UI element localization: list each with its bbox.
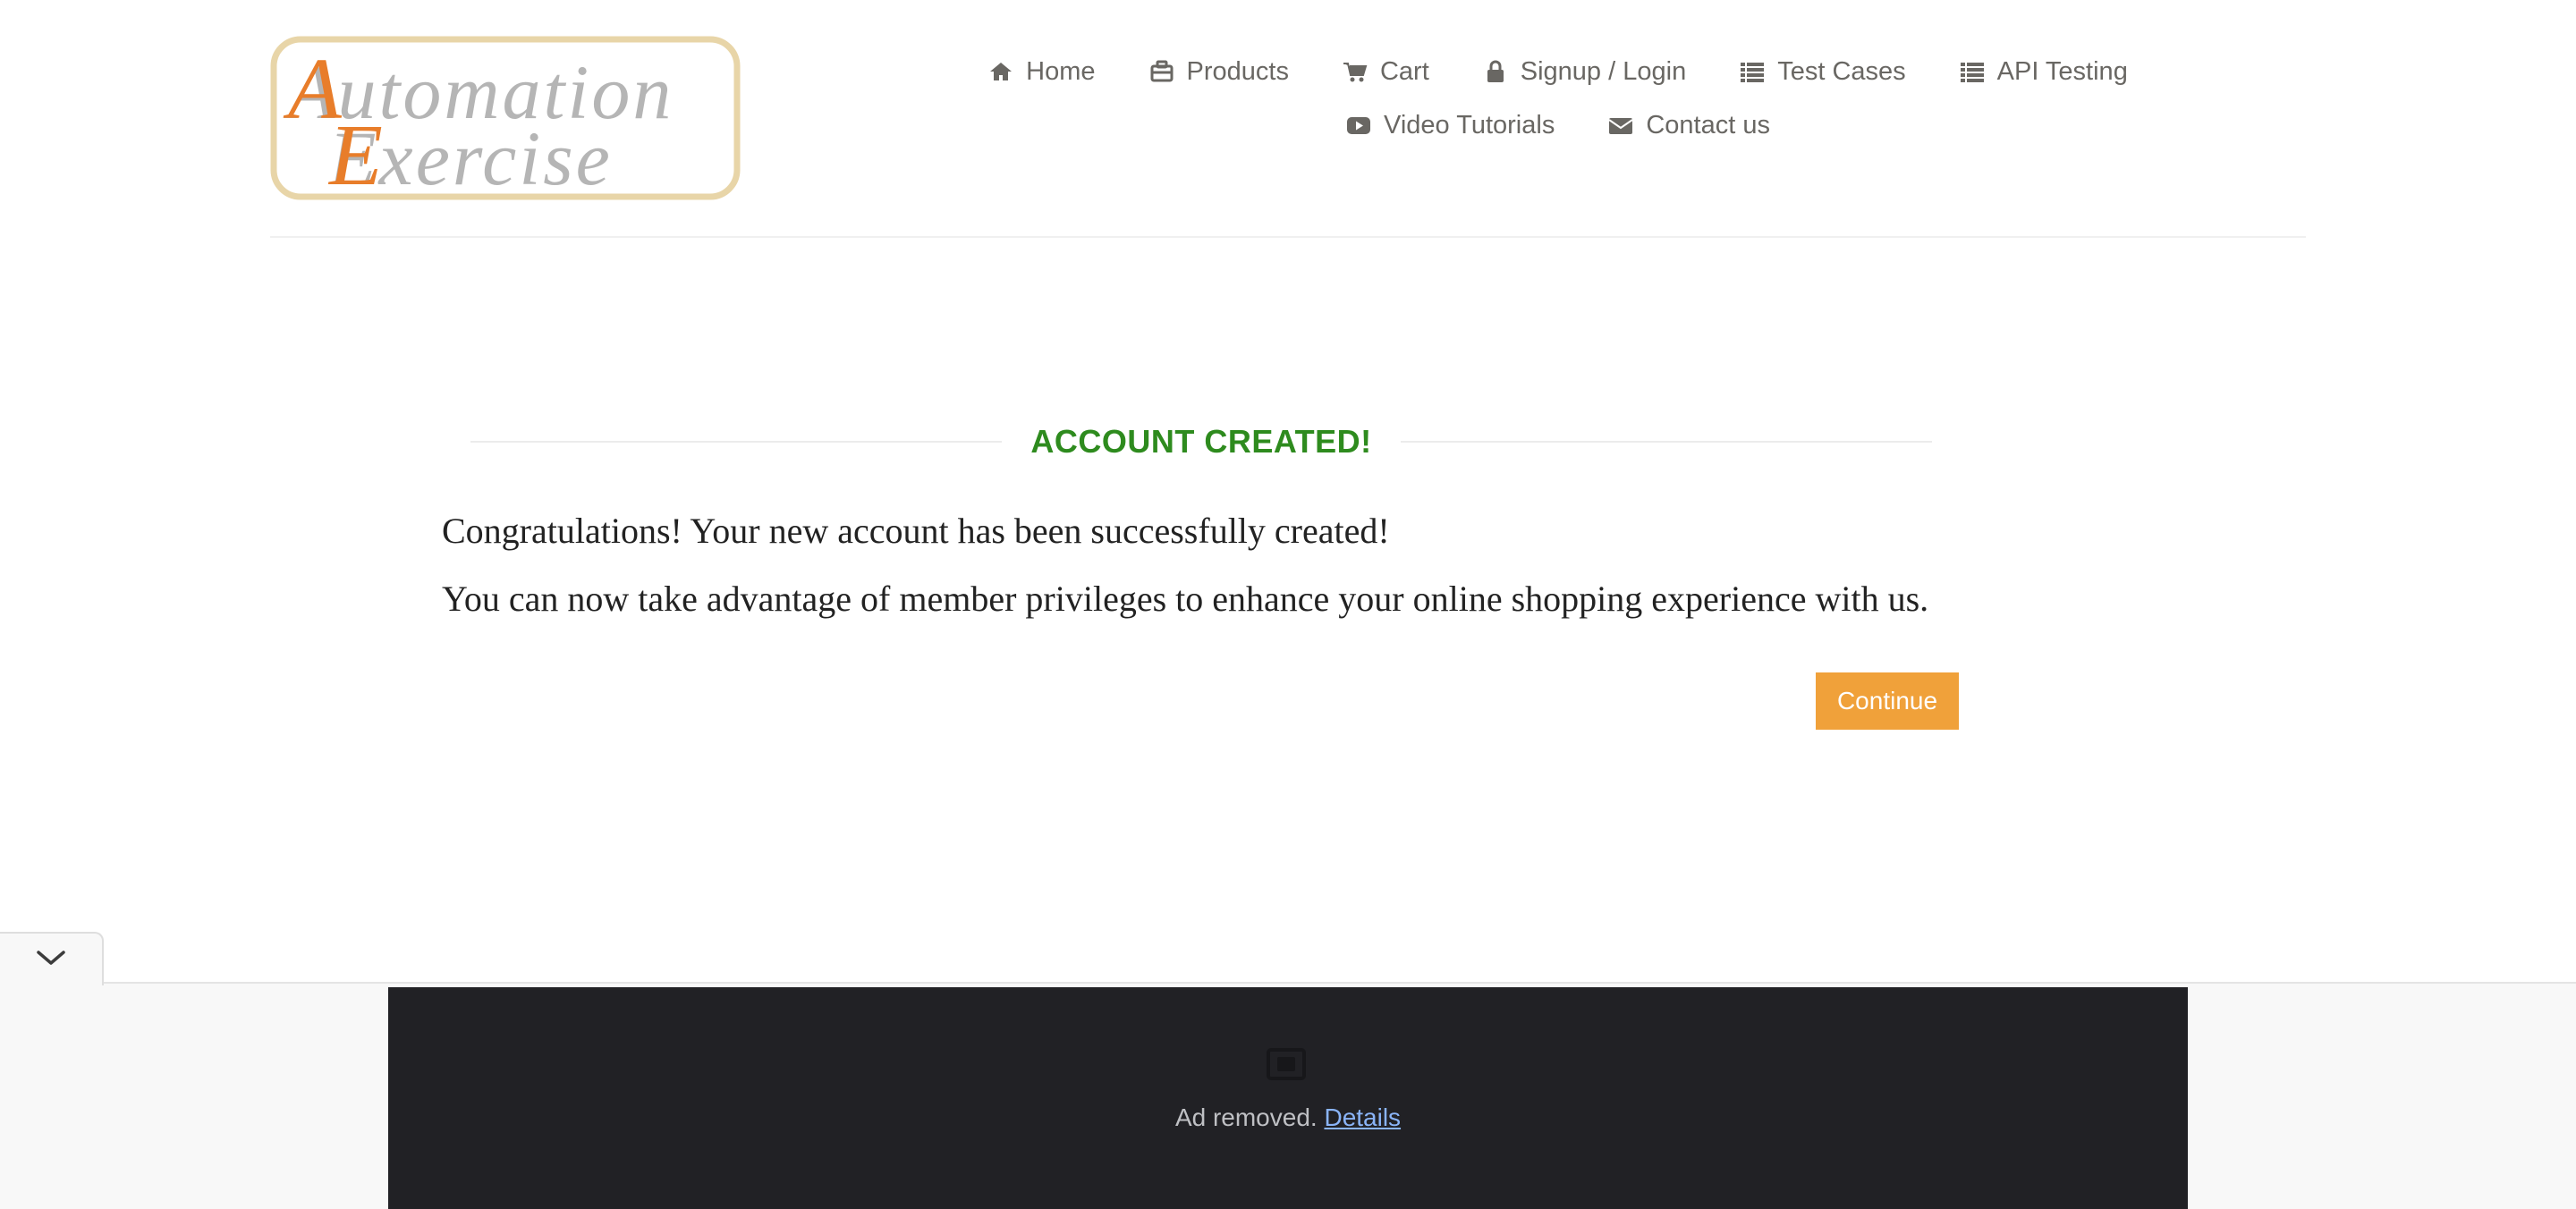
chevron-down-icon bbox=[35, 947, 67, 973]
list-icon bbox=[1960, 59, 1985, 84]
nav-video-tutorials-label: Video Tutorials bbox=[1384, 110, 1555, 140]
nav-test-cases-label: Test Cases bbox=[1777, 56, 1906, 86]
nav-signup-login[interactable]: Signup / Login bbox=[1483, 57, 1686, 87]
briefcase-icon bbox=[1149, 59, 1174, 84]
cart-icon bbox=[1343, 59, 1368, 84]
divider-left bbox=[470, 441, 1003, 443]
nav-contact-us[interactable]: Contact us bbox=[1608, 111, 1770, 140]
nav-signup-login-label: Signup / Login bbox=[1520, 56, 1687, 86]
home-icon bbox=[988, 59, 1013, 84]
ad-placeholder: Ad removed. Details bbox=[388, 987, 2188, 1209]
nav-contact-us-label: Contact us bbox=[1646, 110, 1770, 140]
page-title: ACCOUNT CREATED! bbox=[1030, 423, 1372, 460]
nav-home-label: Home bbox=[1026, 56, 1096, 86]
nav-api-testing-label: API Testing bbox=[1996, 56, 2128, 86]
nav-row-1: Home Products Cart Signup / Login Test C… bbox=[932, 52, 2184, 91]
nav-products-label: Products bbox=[1186, 56, 1289, 86]
title-row: ACCOUNT CREATED! bbox=[470, 417, 1932, 467]
ad-removed-icon bbox=[1267, 1048, 1306, 1080]
list-icon bbox=[1740, 59, 1765, 84]
nav-test-cases[interactable]: Test Cases bbox=[1740, 56, 1906, 87]
ad-removed-text: Ad removed. Details bbox=[388, 1103, 2188, 1132]
nav-cart[interactable]: Cart bbox=[1343, 57, 1429, 87]
continue-button[interactable]: Continue bbox=[1816, 672, 1959, 730]
ad-removed-label: Ad removed. bbox=[1174, 1103, 1318, 1131]
ad-collapse-toggle[interactable] bbox=[0, 932, 104, 985]
privileges-message: You can now take advantage of member pri… bbox=[442, 579, 1929, 619]
divider-right bbox=[1400, 441, 1932, 443]
nav-row-2: Video Tutorials Contact us bbox=[932, 106, 2184, 145]
main-nav: Home Products Cart Signup / Login Test C… bbox=[932, 52, 2184, 145]
nav-api-testing[interactable]: API Testing bbox=[1960, 57, 2128, 87]
site-header: Automation Exercise A E Home Products Ca… bbox=[270, 0, 2306, 238]
nav-video-tutorials[interactable]: Video Tutorials bbox=[1346, 111, 1555, 140]
site-logo[interactable]: Automation Exercise A E bbox=[270, 36, 741, 204]
nav-cart-label: Cart bbox=[1379, 56, 1429, 86]
lock-icon bbox=[1483, 59, 1508, 84]
nav-home[interactable]: Home bbox=[988, 56, 1096, 87]
youtube-play-icon bbox=[1346, 113, 1371, 138]
logo-initial-e: E bbox=[327, 107, 383, 200]
ad-details-link[interactable]: Details bbox=[1324, 1103, 1401, 1131]
congrats-message: Congratulations! Your new account has be… bbox=[442, 511, 1390, 551]
account-created-section: ACCOUNT CREATED! Congratulations! Your n… bbox=[0, 238, 2576, 985]
envelope-icon bbox=[1608, 113, 1633, 138]
nav-products[interactable]: Products bbox=[1149, 57, 1289, 87]
